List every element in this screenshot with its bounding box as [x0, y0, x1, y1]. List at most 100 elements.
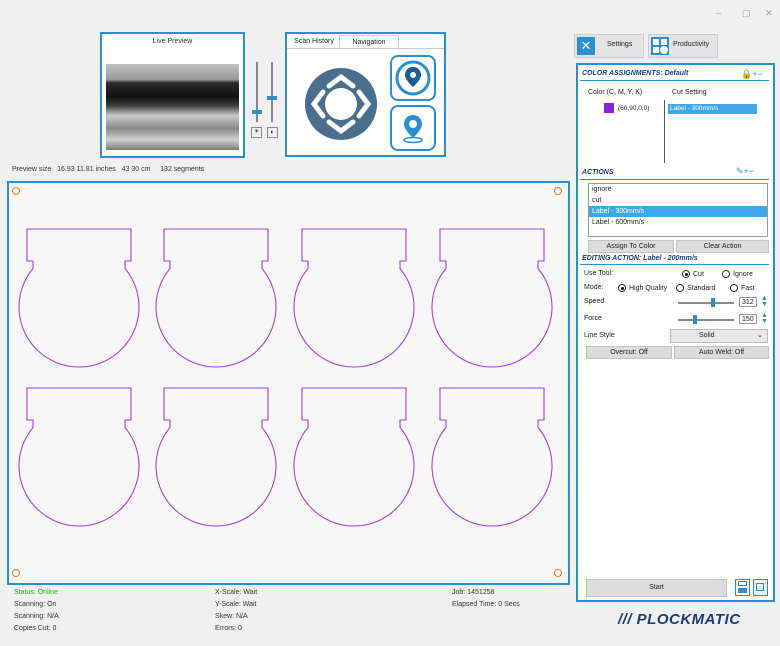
- force-label: Force: [584, 315, 602, 322]
- mode-high-quality-radio[interactable]: High Quality: [618, 284, 667, 292]
- status-skew: Skew: N/A: [215, 613, 248, 620]
- wrench-screwdriver-icon: ✕: [577, 37, 595, 55]
- mode-standard-radio[interactable]: Standard: [676, 284, 715, 292]
- status-column-2: X-Scale: Wait Y-Scale: Wait Skew: N/A Er…: [215, 587, 257, 635]
- close-button[interactable]: ✕: [765, 8, 773, 19]
- direction-pad-icon[interactable]: [303, 66, 379, 142]
- radio-icon: [676, 284, 684, 292]
- force-slider-thumb[interactable]: [692, 315, 697, 324]
- status-copies: Copies Cut: 0: [14, 625, 57, 632]
- force-stepper-icon[interactable]: ▲ ▼: [761, 312, 768, 325]
- speed-slider[interactable]: [678, 302, 734, 304]
- tool-cut-label: Cut: [693, 270, 704, 278]
- productivity-label: Productivity: [673, 41, 710, 48]
- status-errors: Errors: 0: [215, 625, 242, 632]
- tab-scan-history[interactable]: Scan History: [290, 36, 338, 48]
- preview-size-label: Preview size: [12, 166, 52, 173]
- home-location-button[interactable]: [390, 55, 436, 101]
- cut-setting-column-header: Cut Setting: [672, 89, 707, 96]
- contrast-icon: ◐: [267, 127, 278, 138]
- radio-icon: [722, 270, 730, 278]
- force-input[interactable]: 150: [739, 314, 757, 324]
- radio-icon: [682, 270, 690, 278]
- start-button[interactable]: Start: [586, 579, 727, 597]
- overcut-button[interactable]: Overcut: Off: [586, 346, 672, 359]
- radio-icon: [730, 284, 738, 292]
- remove-icon[interactable]: −: [757, 69, 762, 79]
- status-online: Status: Online: [14, 589, 58, 596]
- line-style-label: Line Style: [584, 332, 615, 339]
- use-tool-label: Use Tool:: [584, 270, 614, 277]
- color-assignments-title: COLOR ASSIGNMENTS: Default: [582, 70, 689, 77]
- mode-standard-label: Standard: [687, 284, 716, 292]
- maximize-button[interactable]: ▢: [742, 8, 751, 19]
- cut-shape: [293, 228, 415, 368]
- preview-info: Preview size 16.93 11.81 inches 43 30 cm…: [12, 166, 204, 173]
- save-icon[interactable]: [735, 579, 750, 596]
- status-column-3: Job: 1451258 Elapsed Time: 0 Secs: [452, 587, 520, 611]
- cut-shape: [293, 387, 415, 527]
- minimize-button[interactable]: –: [716, 8, 721, 18]
- cut-shape: [431, 228, 553, 368]
- brightness-icon: ☀: [251, 127, 262, 138]
- color-swatch: [604, 103, 614, 113]
- productivity-button[interactable]: Productivity: [648, 34, 718, 58]
- auto-weld-button[interactable]: Auto Weld: Off: [674, 346, 769, 359]
- status-elapsed: Elapsed Time: 0 Secs: [452, 601, 520, 608]
- image-icon[interactable]: [753, 579, 768, 596]
- camera-feed: [106, 64, 239, 150]
- contrast-slider[interactable]: [271, 62, 273, 122]
- speed-stepper-icon[interactable]: ▲ ▼: [761, 295, 768, 308]
- cut-shape: [155, 228, 277, 368]
- speed-slider-thumb[interactable]: [710, 298, 715, 307]
- right-panel: COLOR ASSIGNMENTS: Default 🔒+− Color (C,…: [576, 63, 775, 602]
- location-pin-icon: [403, 115, 423, 144]
- status-scanning-2: Scanning: N/A: [14, 613, 59, 620]
- live-preview-panel: Live Preview: [100, 32, 245, 158]
- color-cmyk: (60,90,0,0): [618, 105, 650, 112]
- preview-inches: 16.93 11.81 inches: [57, 166, 116, 173]
- remove-action-icon[interactable]: −: [749, 166, 754, 176]
- line-style-value: Solid: [699, 332, 715, 339]
- line-style-select[interactable]: Solid ⌄: [670, 329, 768, 343]
- color-column-header: Color (C, M, Y, K): [588, 89, 643, 96]
- list-item[interactable]: ignore: [589, 184, 767, 195]
- tool-ignore-label: Ignore: [733, 270, 753, 278]
- tool-cut-radio[interactable]: Cut: [682, 270, 704, 278]
- live-preview-title: Live Preview: [152, 38, 193, 45]
- speed-input[interactable]: 312: [739, 297, 757, 307]
- list-item[interactable]: cut: [589, 195, 767, 206]
- status-xscale: X-Scale: Wait: [215, 589, 258, 596]
- settings-button[interactable]: ✕ Settings: [574, 34, 644, 58]
- cut-shape: [155, 387, 277, 527]
- clear-action-button[interactable]: Clear Action: [676, 240, 769, 253]
- color-assignments-actions: 🔒+−: [741, 69, 763, 80]
- list-item[interactable]: Label - 300mm/s: [589, 206, 767, 217]
- tool-ignore-radio[interactable]: Ignore: [722, 270, 753, 278]
- actions-toolbar: ✎+−: [736, 166, 754, 177]
- mode-hq-label: High Quality: [629, 284, 668, 292]
- contrast-thumb[interactable]: [267, 96, 277, 100]
- status-column-1: Status: Online Scanning: On Scanning: N/…: [14, 587, 59, 635]
- cut-shape: [431, 387, 553, 527]
- lock-icon[interactable]: 🔒: [741, 69, 752, 79]
- cut-canvas[interactable]: [7, 181, 570, 585]
- speed-label: Speed: [584, 298, 605, 305]
- tab-navigation[interactable]: Navigation: [339, 35, 399, 49]
- edit-icon[interactable]: ✎: [736, 166, 744, 176]
- cut-shape: [18, 228, 140, 368]
- set-origin-button[interactable]: [390, 105, 436, 151]
- home-location-icon: [395, 60, 431, 96]
- force-slider[interactable]: [678, 319, 734, 321]
- brand-logo: /// PLOCKMATIC: [618, 611, 741, 628]
- actions-title: ACTIONS: [582, 169, 614, 176]
- status-job: Job: 1451258: [452, 589, 495, 596]
- assign-to-color-button[interactable]: Assign To Color: [588, 240, 674, 253]
- mode-fast-radio[interactable]: Fast: [730, 284, 755, 292]
- cut-setting-cell[interactable]: Label - 300mm/s: [668, 104, 757, 114]
- cut-shape: [18, 387, 140, 527]
- list-item[interactable]: Label - 600mm/s: [589, 217, 767, 228]
- brightness-thumb[interactable]: [252, 110, 262, 114]
- status-yscale: Y-Scale: Wait: [215, 601, 257, 608]
- actions-list[interactable]: ignore cut Label - 300mm/s Label - 600mm…: [588, 183, 768, 237]
